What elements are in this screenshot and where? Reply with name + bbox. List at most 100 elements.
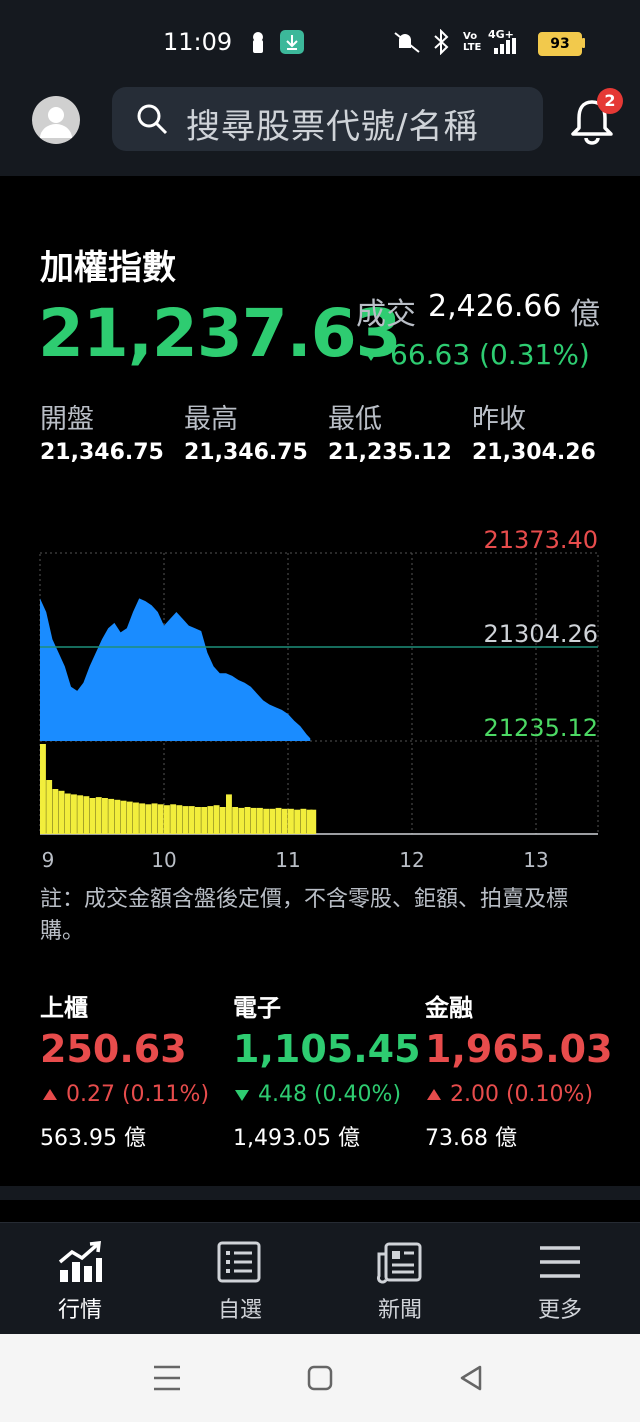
index-change: 66.63 (0.31%) <box>390 338 590 371</box>
search-icon <box>137 104 168 135</box>
volume-bar <box>164 805 170 834</box>
volume-bar <box>263 808 270 834</box>
volume-bar <box>157 804 164 834</box>
sub-index-change: 2.00 (0.10%) <box>450 1082 594 1107</box>
volume-bar <box>77 795 84 834</box>
volume-bar <box>294 809 301 834</box>
disclaimer-note: 註：成交金額含盤後定價，不含零股、鉅額、拍賣及標購。 <box>40 887 569 944</box>
sub-index-change: 4.48 (0.40%) <box>258 1082 402 1107</box>
stat-value-low: 21,235.12 <box>328 440 452 465</box>
volume-bar <box>64 793 71 834</box>
sub-index-change: 0.27 (0.11%) <box>66 1082 210 1107</box>
stat-value-open: 21,346.75 <box>40 440 164 465</box>
avatar[interactable] <box>32 96 80 144</box>
nav-label: 新聞 <box>377 1298 422 1323</box>
nav-item-watchlist[interactable]: 自選 <box>160 1222 320 1334</box>
volume-bar <box>250 807 257 834</box>
up-arrow-icon <box>427 1089 441 1100</box>
stat-value-high: 21,346.75 <box>184 440 308 465</box>
volume-bar <box>170 804 177 834</box>
stat-label-high: 最高 <box>184 404 238 435</box>
watchlist-icon <box>217 1241 261 1283</box>
back-icon[interactable] <box>458 1365 484 1391</box>
stat-label-low: 最低 <box>328 404 382 435</box>
volume-bar <box>257 807 263 834</box>
notification-badge: 2 <box>597 88 623 114</box>
volume-bar <box>310 809 317 834</box>
sub-index-name: 電子 <box>233 994 281 1022</box>
volume-bar <box>281 808 288 834</box>
intraday-chart[interactable]: 21373.40 21304.26 21235.12 9 10 11 12 13 <box>0 520 640 880</box>
lock-icon <box>253 32 263 53</box>
volume-bar <box>213 805 220 834</box>
price-area <box>40 598 311 741</box>
sub-index-value[interactable]: 1,965.03 <box>425 1027 613 1071</box>
volume-bar <box>133 802 139 834</box>
nav-item-news[interactable]: 新聞 <box>320 1222 480 1334</box>
volume-bar <box>89 798 96 834</box>
down-arrow-icon <box>363 349 379 361</box>
volume-bar <box>52 789 59 834</box>
index-value: 21,237.63 <box>38 295 402 372</box>
user-icon <box>40 107 72 138</box>
index-name: 加權指數 <box>40 248 176 288</box>
news-icon <box>377 1242 422 1284</box>
volume-bar <box>182 806 189 834</box>
sub-index-volume: 1,493.05 億 <box>233 1126 360 1151</box>
volume-bar <box>126 801 133 834</box>
volume-unit: 億 <box>570 297 600 332</box>
battery-icon: 93 <box>538 32 582 56</box>
low-price-label: 21235.12 <box>483 714 598 742</box>
x-tick-label: 10 <box>151 848 176 872</box>
sub-index-value[interactable]: 1,105.45 <box>233 1027 421 1071</box>
nav-item-more[interactable]: 更多 <box>480 1222 640 1334</box>
high-price-label: 21373.40 <box>483 526 598 554</box>
volume-bar <box>58 790 65 834</box>
volume-bar <box>195 807 201 834</box>
volume-bar <box>71 794 77 834</box>
stat-label-open: 開盤 <box>40 404 94 435</box>
x-tick-label: 12 <box>399 848 424 872</box>
status-time: 11:09 <box>163 28 233 56</box>
section-divider <box>0 1186 640 1200</box>
volume-bar <box>300 808 307 834</box>
bluetooth-icon <box>434 29 449 55</box>
volume-bar <box>244 807 251 834</box>
volte-icon: Vo LTE <box>463 31 482 53</box>
down-arrow-icon <box>235 1090 249 1101</box>
search-placeholder: 搜尋股票代號/名稱 <box>186 107 479 147</box>
volume-bar <box>219 807 226 834</box>
sub-index-name: 上櫃 <box>40 994 88 1022</box>
signal-4g-icon <box>494 38 516 54</box>
home-icon[interactable] <box>307 1365 333 1391</box>
nav-label: 更多 <box>537 1298 582 1323</box>
sub-index-name: 金融 <box>425 994 473 1022</box>
x-tick-label: 13 <box>523 848 548 872</box>
x-tick-label: 11 <box>275 848 300 872</box>
nav-item-market[interactable]: 行情 <box>0 1222 160 1334</box>
volume-bar <box>275 807 282 834</box>
volume-bar <box>201 807 208 834</box>
volume-value: 2,426.66 <box>428 289 562 324</box>
volume-bar <box>46 780 53 834</box>
volume-bar <box>95 797 102 834</box>
nav-label: 行情 <box>57 1298 102 1323</box>
volume-bar <box>102 798 108 834</box>
up-arrow-icon <box>43 1089 57 1100</box>
volume-bar <box>83 796 90 834</box>
volume-bar <box>188 806 195 834</box>
sub-index-volume: 563.95 億 <box>40 1126 146 1151</box>
volume-bar <box>114 799 121 834</box>
sub-index-value[interactable]: 250.63 <box>40 1027 187 1071</box>
recent-apps-icon[interactable] <box>152 1364 182 1392</box>
volume-bar <box>226 794 232 834</box>
stat-label-prev-close: 昨收 <box>472 404 526 435</box>
download-icon <box>280 30 304 54</box>
mute-icon <box>394 32 420 53</box>
volume-bar <box>288 808 294 834</box>
x-tick-label: 9 <box>42 848 55 872</box>
market-chart-icon <box>58 1241 102 1282</box>
nav-label: 自選 <box>217 1298 262 1323</box>
volume-bar <box>145 804 152 834</box>
menu-icon <box>540 1246 580 1278</box>
